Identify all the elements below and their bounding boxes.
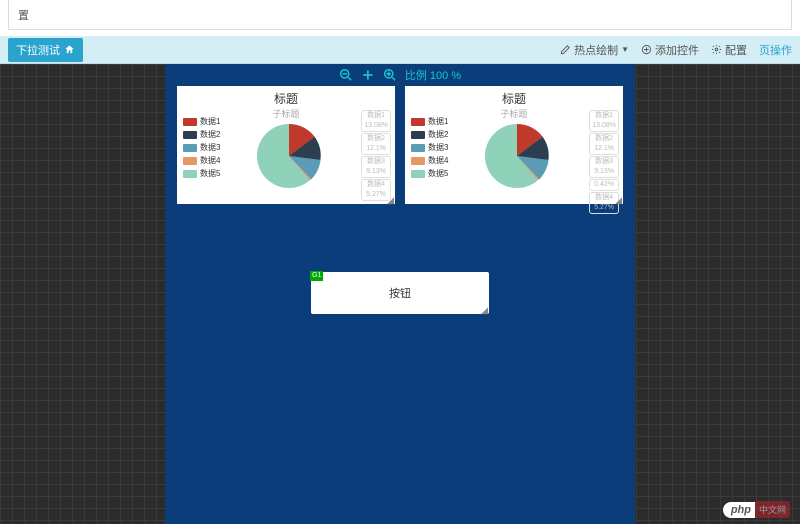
toolbar: 下拉测试 热点绘制 ▼ 添加控件 配置 页操作 (0, 36, 800, 64)
pie-chart (249, 116, 329, 196)
toolbar-right: 热点绘制 ▼ 添加控件 配置 页操作 (560, 42, 792, 58)
add-widget-button[interactable]: 添加控件 (641, 42, 699, 58)
plus-circle-icon (641, 44, 652, 55)
gear-icon (711, 44, 722, 55)
zoom-label: 比例 100 % (405, 67, 461, 83)
chart-data-labels: 数据113.08% 数据212.1% 数据39.13% 数据45.27% (361, 110, 391, 202)
zoom-out-icon[interactable] (339, 68, 353, 82)
chart-title: 标题 (405, 86, 623, 107)
home-icon (64, 44, 75, 55)
hotspot-draw-button[interactable]: 热点绘制 ▼ (560, 42, 629, 58)
resize-handle-icon[interactable]: ◢ (615, 197, 622, 203)
page-stage[interactable]: 比例 100 % 标题 子标题 数据1 数据2 数据3 数据4 数据5 (165, 64, 635, 524)
resize-handle-icon[interactable]: ◢ (481, 307, 488, 313)
chart-title: 标题 (177, 86, 395, 107)
zoom-reset-icon[interactable] (361, 68, 375, 82)
chart-legend: 数据1 数据2 数据3 数据4 数据5 (411, 116, 448, 181)
pie-chart-widget-1[interactable]: 标题 子标题 数据1 数据2 数据3 数据4 数据5 数据113.08% (177, 86, 395, 204)
widget-tag: G1 (310, 271, 323, 281)
breadcrumb-text: 置 (18, 7, 29, 23)
edit-icon (560, 44, 571, 55)
page-ops-button[interactable]: 页操作 (759, 42, 792, 58)
pill-label: 下拉测试 (16, 42, 60, 58)
button-label: 按钮 (389, 285, 411, 301)
resize-handle-icon[interactable]: ◢ (387, 197, 394, 203)
watermark: php 中文网 (723, 501, 790, 518)
zoom-in-icon[interactable] (383, 68, 397, 82)
button-widget[interactable]: G1 按钮 ◢ (311, 272, 489, 314)
canvas-area: 比例 100 % 标题 子标题 数据1 数据2 数据3 数据4 数据5 (0, 64, 800, 524)
chart-legend: 数据1 数据2 数据3 数据4 数据5 (183, 116, 220, 181)
breadcrumb-bar: 置 (8, 0, 792, 30)
config-button[interactable]: 配置 (711, 42, 747, 58)
chevron-down-icon: ▼ (621, 45, 629, 54)
zoom-controls: 比例 100 % (339, 67, 461, 83)
pie-chart (477, 116, 557, 196)
dropdown-test-pill[interactable]: 下拉测试 (8, 38, 83, 62)
pie-chart-widget-2[interactable]: 标题 子标题 数据1 数据2 数据3 数据4 数据5 数据113.08% (405, 86, 623, 204)
